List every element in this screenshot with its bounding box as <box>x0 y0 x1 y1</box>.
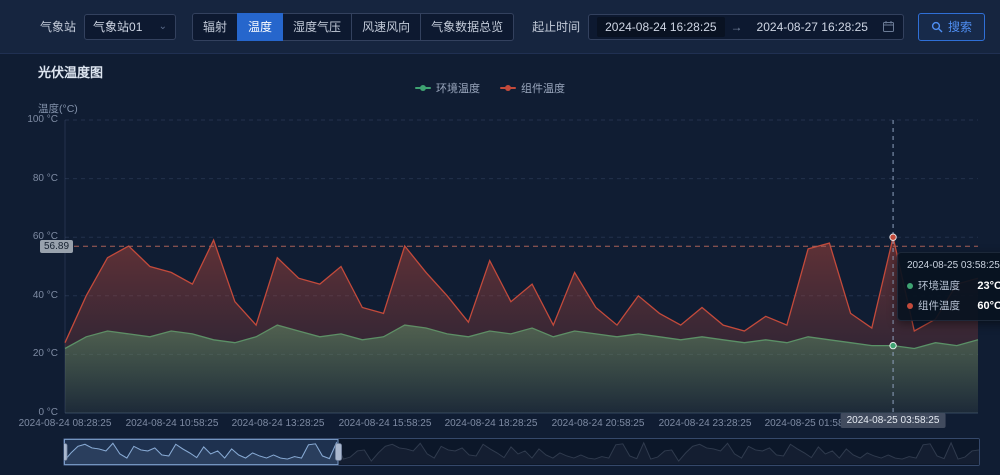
weather-station-dashboard: 气象站 气象站01 ⌄ 辐射 温度 湿度气压 风速风向 气象数据总览 起止时间 … <box>0 0 1000 475</box>
hover-point-dot <box>890 342 896 348</box>
start-time-field[interactable]: 2024-08-24 16:28:25 <box>597 17 724 37</box>
tab-radiation[interactable]: 辐射 <box>192 13 238 41</box>
zoom-shadow-region <box>339 439 980 465</box>
tooltip-series-value: 60°C <box>977 300 1000 312</box>
station-label: 气象站 <box>40 18 76 35</box>
zoom-handle-right[interactable] <box>336 444 342 461</box>
station-select-value: 气象站01 <box>93 18 142 35</box>
tooltip-series-name: 组件温度 <box>918 298 960 313</box>
tooltip-row-module: 组件温度 60°C <box>907 298 1000 313</box>
series-dot-icon <box>907 283 913 289</box>
search-icon <box>931 21 943 33</box>
x-tick-label: 2024-08-24 15:58:25 <box>330 418 440 429</box>
chart-legend: 环境温度 组件温度 <box>415 80 565 96</box>
x-tick-label: 2024-08-24 13:28:25 <box>223 418 333 429</box>
hover-point-dot <box>890 234 896 240</box>
tooltip-row-ambient: 环境温度 23°C <box>907 278 1000 293</box>
markline-value-tag: 56.89 <box>40 240 73 253</box>
search-button-label: 搜索 <box>948 18 972 35</box>
tooltip-series-name: 环境温度 <box>918 278 960 293</box>
tab-weather-overview[interactable]: 气象数据总览 <box>420 13 514 41</box>
y-tick-label: 100 °C <box>14 114 58 125</box>
header-toolbar: 气象站 气象站01 ⌄ 辐射 温度 湿度气压 风速风向 气象数据总览 起止时间 … <box>0 0 1000 54</box>
legend-label: 环境温度 <box>436 80 480 96</box>
chart-tooltip: 2024-08-25 03:58:25 环境温度 23°C 组件温度 60°C <box>897 252 1000 321</box>
series-dot-icon <box>907 303 913 309</box>
x-tick-label: 2024-08-24 18:28:25 <box>436 418 546 429</box>
legend-line-icon <box>415 87 431 89</box>
y-tick-label: 0 °C <box>14 407 58 418</box>
tooltip-title: 2024-08-25 03:58:25 <box>907 260 1000 271</box>
tab-wind[interactable]: 风速风向 <box>351 13 421 41</box>
zoom-handle-left[interactable] <box>64 444 67 461</box>
x-tick-label: 2024-08-24 08:28:25 <box>10 418 120 429</box>
search-button[interactable]: 搜索 <box>918 13 985 41</box>
axis-pointer-label: 2024-08-25 03:58:25 <box>841 413 946 428</box>
legend-item-ambient-temp[interactable]: 环境温度 <box>415 80 480 96</box>
tooltip-series-value: 23°C <box>977 280 1000 292</box>
calendar-icon <box>882 20 895 33</box>
y-tick-label: 80 °C <box>14 173 58 184</box>
time-range-label: 起止时间 <box>532 18 580 35</box>
metric-tabs: 辐射 温度 湿度气压 风速风向 气象数据总览 <box>192 13 514 41</box>
x-tick-label: 2024-08-24 10:58:25 <box>117 418 227 429</box>
datazoom-mini-chart[interactable] <box>64 439 979 465</box>
module-temp-line <box>65 237 978 343</box>
chevron-down-icon: ⌄ <box>159 22 167 32</box>
x-tick-label: 2024-08-24 23:28:25 <box>650 418 760 429</box>
zoom-window[interactable] <box>64 439 338 464</box>
y-tick-label: 20 °C <box>14 348 58 359</box>
datazoom-slider[interactable] <box>63 438 980 466</box>
legend-line-icon <box>500 87 516 89</box>
ambient-temp-line <box>65 325 978 348</box>
tab-humidity-pressure[interactable]: 湿度气压 <box>282 13 352 41</box>
chart-title: 光伏温度图 <box>38 62 103 81</box>
date-range-picker[interactable]: 2024-08-24 16:28:25 → 2024-08-27 16:28:2… <box>588 14 904 40</box>
end-time-field[interactable]: 2024-08-27 16:28:25 <box>749 17 876 37</box>
range-arrow-icon: → <box>731 20 743 34</box>
tab-temperature[interactable]: 温度 <box>237 13 283 41</box>
temperature-chart-plot[interactable] <box>0 0 1000 475</box>
legend-item-module-temp[interactable]: 组件温度 <box>500 80 565 96</box>
x-tick-label: 2024-08-24 20:58:25 <box>543 418 653 429</box>
legend-label: 组件温度 <box>521 80 565 96</box>
module-temp-area <box>65 237 978 413</box>
ambient-temp-area <box>65 325 978 413</box>
y-tick-label: 40 °C <box>14 290 58 301</box>
station-select[interactable]: 气象站01 ⌄ <box>84 14 176 40</box>
